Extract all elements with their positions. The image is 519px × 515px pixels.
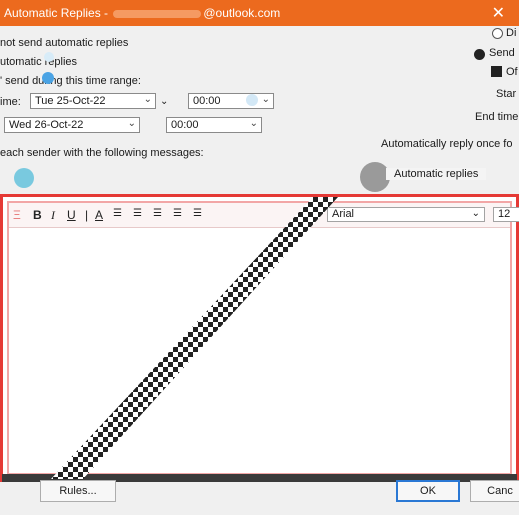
end-time-select[interactable]: 00:00 ⌄ xyxy=(166,117,262,133)
option-only-range[interactable]: ' send during this time range: xyxy=(0,75,141,87)
cancel-button[interactable]: Canc xyxy=(470,480,519,502)
message-editor-frame: Ξ B I U | A ☰ ☰ ☰ ☰ ☰ Arial ⌄ 12 xyxy=(0,194,519,482)
rules-label: Rules... xyxy=(59,485,97,497)
auto-reply-once-label: Automatically reply once fo xyxy=(381,138,513,150)
checkbox-only-label: Of xyxy=(506,66,518,78)
radio-top-label: Di xyxy=(506,27,517,39)
ok-button[interactable]: OK xyxy=(396,480,460,502)
chevron-down-icon: ⌄ xyxy=(160,96,169,107)
option-no-auto-replies[interactable]: not send automatic replies xyxy=(0,37,128,49)
chevron-down-icon: ⌄ xyxy=(261,94,270,105)
rules-button[interactable]: Rules... xyxy=(40,480,116,502)
title-bar: Automatic Replies - @outlook.com ✕ xyxy=(0,0,519,26)
radio-send-label: Send xyxy=(489,47,515,59)
right-start-label: Star xyxy=(496,88,517,100)
start-time-label: ime: xyxy=(0,96,21,108)
right-end-label: End time xyxy=(475,111,519,123)
start-time-select[interactable]: 00:00 ⌄ xyxy=(188,93,274,109)
cancel-label: Canc xyxy=(487,485,513,497)
close-icon[interactable]: ✕ xyxy=(492,3,505,23)
redacted-email xyxy=(113,9,202,18)
decoration-blob xyxy=(42,72,54,84)
chevron-down-icon: ⌄ xyxy=(127,118,136,129)
auto-replies-tag: Automatic replies xyxy=(386,168,487,180)
decoration-blob xyxy=(44,52,54,62)
option-send-auto-replies[interactable]: utomatic replies xyxy=(0,56,77,68)
window-title: Automatic Replies - @outlook.com xyxy=(4,6,280,20)
diagonal-checker-overlay xyxy=(51,197,338,479)
start-time-value: 00:00 xyxy=(193,95,221,107)
end-time-value: 00:00 xyxy=(171,119,199,131)
title-suffix: @outlook.com xyxy=(203,6,281,20)
ok-label: OK xyxy=(420,485,436,497)
decoration-blob xyxy=(14,168,34,188)
decoration-blob xyxy=(246,94,258,106)
start-date-select[interactable]: Tue 25-Oct-22 ⌄ xyxy=(30,93,156,109)
end-date-value: Wed 26-Oct-22 xyxy=(9,119,84,131)
message-label: each sender with the following messages: xyxy=(0,147,204,159)
radio-send[interactable] xyxy=(474,49,485,60)
end-date-select[interactable]: Wed 26-Oct-22 ⌄ xyxy=(4,117,140,133)
start-date-value: Tue 25-Oct-22 xyxy=(35,95,106,107)
chevron-down-icon: ⌄ xyxy=(143,94,152,105)
radio-top[interactable] xyxy=(492,28,503,39)
chevron-down-icon: ⌄ xyxy=(249,118,258,129)
title-prefix: Automatic Replies - xyxy=(4,6,112,20)
checkbox-only[interactable] xyxy=(491,66,502,77)
